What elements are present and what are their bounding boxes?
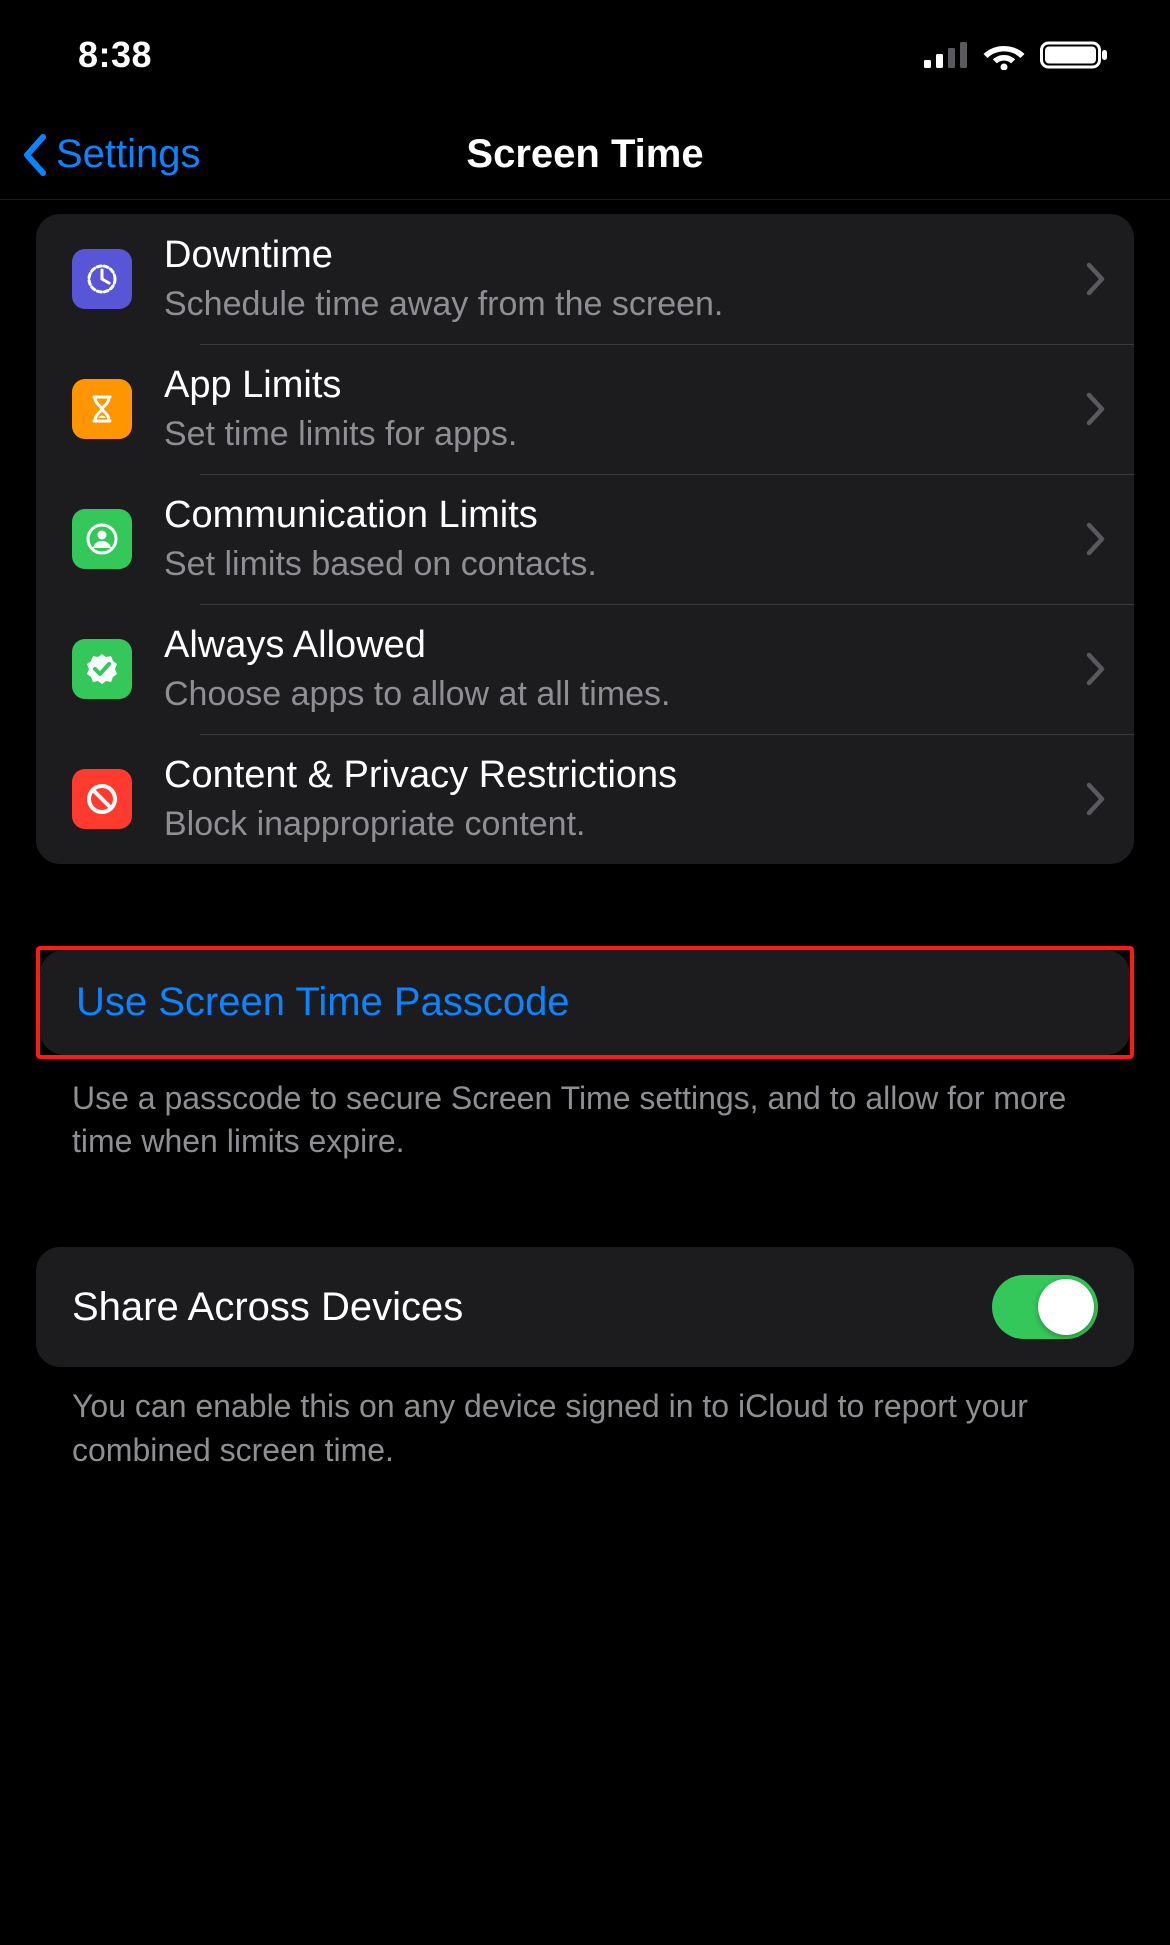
battery-icon — [1040, 40, 1110, 70]
use-screen-time-passcode-button[interactable]: Use Screen Time Passcode — [40, 950, 1130, 1055]
cellular-signal-icon — [924, 42, 968, 68]
row-title: App Limits — [164, 363, 1074, 409]
row-subtitle: Set limits based on contacts. — [164, 543, 1074, 586]
hourglass-icon — [72, 379, 132, 439]
share-toggle[interactable] — [992, 1275, 1098, 1339]
seal-check-icon — [72, 639, 132, 699]
chevron-left-icon — [20, 133, 50, 177]
chevron-right-icon — [1086, 392, 1106, 426]
highlight-annotation: Use Screen Time Passcode — [36, 946, 1134, 1059]
chevron-right-icon — [1086, 652, 1106, 686]
nav-bar: Settings Screen Time — [0, 110, 1170, 200]
downtime-icon — [72, 249, 132, 309]
row-title: Always Allowed — [164, 623, 1074, 669]
share-footer: You can enable this on any device signed… — [36, 1367, 1134, 1471]
row-share-across-devices: Share Across Devices — [36, 1247, 1134, 1367]
passcode-footer: Use a passcode to secure Screen Time set… — [36, 1059, 1134, 1163]
page-title: Screen Time — [466, 132, 703, 177]
row-title: Communication Limits — [164, 493, 1074, 539]
row-subtitle: Choose apps to allow at all times. — [164, 673, 1074, 716]
no-sign-icon — [72, 769, 132, 829]
row-downtime[interactable]: Downtime Schedule time away from the scr… — [36, 214, 1134, 344]
status-icons — [924, 40, 1110, 70]
chevron-right-icon — [1086, 262, 1106, 296]
row-subtitle: Schedule time away from the screen. — [164, 283, 1074, 326]
chevron-right-icon — [1086, 522, 1106, 556]
row-title: Downtime — [164, 233, 1074, 279]
passcode-group: Use Screen Time Passcode — [40, 950, 1130, 1055]
toggle-knob — [1038, 1279, 1094, 1335]
row-subtitle: Set time limits for apps. — [164, 413, 1074, 456]
back-label: Settings — [56, 132, 201, 177]
status-bar: 8:38 — [0, 0, 1170, 110]
wifi-icon — [982, 40, 1026, 70]
screen-time-options-group: Downtime Schedule time away from the scr… — [36, 214, 1134, 864]
share-label: Share Across Devices — [72, 1285, 463, 1330]
share-group: Share Across Devices — [36, 1247, 1134, 1367]
row-content-privacy[interactable]: Content & Privacy Restrictions Block ina… — [36, 734, 1134, 864]
chevron-right-icon — [1086, 782, 1106, 816]
contact-icon — [72, 509, 132, 569]
row-subtitle: Block inappropriate content. — [164, 803, 1074, 846]
row-app-limits[interactable]: App Limits Set time limits for apps. — [36, 344, 1134, 474]
status-time: 8:38 — [78, 34, 152, 76]
back-button[interactable]: Settings — [20, 132, 201, 177]
row-title: Content & Privacy Restrictions — [164, 753, 1074, 799]
row-communication-limits[interactable]: Communication Limits Set limits based on… — [36, 474, 1134, 604]
row-always-allowed[interactable]: Always Allowed Choose apps to allow at a… — [36, 604, 1134, 734]
